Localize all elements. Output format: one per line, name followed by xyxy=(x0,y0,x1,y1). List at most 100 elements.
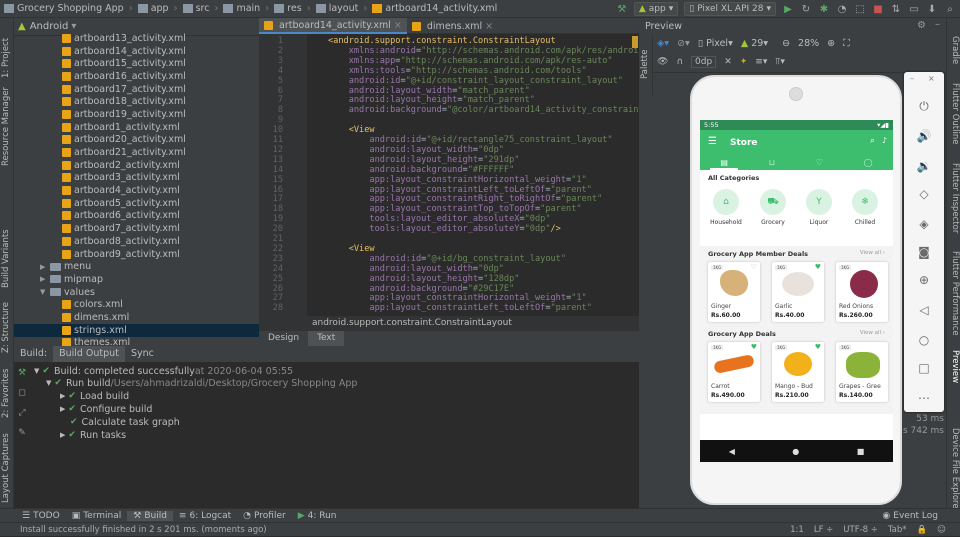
sync-icon[interactable]: ⇅ xyxy=(890,3,902,15)
breadcrumb-app[interactable]: app xyxy=(134,0,173,18)
more-icon[interactable]: ⋯ xyxy=(916,390,932,406)
tree-file[interactable]: dimens.xml xyxy=(14,311,259,324)
tree-file[interactable]: artboard7_activity.xml xyxy=(14,222,259,235)
rotate-right-icon[interactable]: ◈ xyxy=(916,216,932,232)
code-line[interactable]: 28 app:layout_constraintLeft_toLeftOf="p… xyxy=(259,303,639,313)
code-line[interactable]: 8 android:background="@color/artboard14_… xyxy=(259,105,639,115)
api-select[interactable]: ▲ 29▾ xyxy=(741,38,768,49)
build-row[interactable]: ▶ ✔ Run tasks xyxy=(60,429,126,441)
tab-device-file-explorer[interactable]: Device File Explorer xyxy=(948,428,960,512)
tree-file[interactable]: colors.xml xyxy=(14,298,259,311)
minimize-icon[interactable]: – xyxy=(910,74,914,83)
breadcrumb-res[interactable]: res xyxy=(270,0,306,18)
tree-file[interactable]: artboard5_activity.xml xyxy=(14,197,259,210)
zoom-fit-icon[interactable]: ⛶ xyxy=(843,38,850,49)
tab-dimens[interactable]: dimens.xml × xyxy=(407,18,498,34)
code-line[interactable]: 5 android:id="@+id/constraint_layout_con… xyxy=(259,76,639,86)
tab-build-variants[interactable]: Build Variants xyxy=(1,218,13,288)
code-line[interactable]: 27 app:layout_constraintHorizontal_weigh… xyxy=(259,293,639,303)
heart-icon[interactable]: ♡ xyxy=(751,263,757,271)
tab-design[interactable]: Design xyxy=(259,331,308,346)
overview-icon[interactable]: □ xyxy=(916,360,932,376)
build-row[interactable]: ▼ ✔ Run build /Users/ahmadrizaldi/Desktop/… xyxy=(46,377,357,389)
code-line[interactable]: 14 android:background="#FFFFFF" xyxy=(259,165,639,175)
close-icon[interactable]: × xyxy=(394,20,402,31)
tree-file[interactable]: artboard15_activity.xml xyxy=(14,57,259,70)
tree-file[interactable]: artboard18_activity.xml xyxy=(14,95,259,108)
run-config-select[interactable]: ▲ app ▾ xyxy=(633,2,679,16)
code-line[interactable]: 21 xyxy=(259,234,639,244)
code-line[interactable]: 15 app:layout_constraintHorizontal_weigh… xyxy=(259,175,639,185)
code-line[interactable]: 24 android:layout_width="0dp" xyxy=(259,264,639,274)
tree-file[interactable]: artboard16_activity.xml xyxy=(14,70,259,83)
run-icon[interactable]: ▶ xyxy=(782,3,794,15)
face-icon[interactable]: ☺ xyxy=(937,523,946,537)
heart-tab-icon[interactable]: ♡ xyxy=(816,158,823,167)
sdk-manager-icon[interactable]: ⬇ xyxy=(926,3,938,15)
code-line[interactable]: 3 xmlns:app="http://schemas.android.com/… xyxy=(259,56,639,66)
tree-file[interactable]: artboard6_activity.xml xyxy=(14,210,259,223)
device-select[interactable]: ▯ Pixel▾ xyxy=(698,38,733,49)
home-icon[interactable]: ● xyxy=(792,447,799,456)
tab-flutter-outline[interactable]: Flutter Outline xyxy=(948,83,960,158)
infer-icon[interactable]: ✦ xyxy=(740,57,748,67)
tab-build[interactable]: ⚒ Build xyxy=(127,510,173,521)
breadcrumb-layout[interactable]: layout xyxy=(312,0,363,18)
stop-icon[interactable]: ◻ xyxy=(18,388,25,398)
code-line[interactable]: 22 <View xyxy=(259,244,639,254)
tab-todo[interactable]: ☰ TODO xyxy=(16,511,66,521)
tab-palette[interactable]: Palette xyxy=(640,39,652,79)
build-row[interactable]: ▶ ✔ Configure build xyxy=(60,403,152,415)
tab-logcat[interactable]: ≡ 6: Logcat xyxy=(173,511,237,521)
code-line[interactable]: 23 android:id="@+id/bg_constraint_layout… xyxy=(259,254,639,264)
cursor-position[interactable]: 1:1 xyxy=(790,523,804,537)
align-icon[interactable]: ≡▾ xyxy=(755,57,767,67)
code-line[interactable]: 11 android:id="@+id/rectangle75_constrai… xyxy=(259,135,639,145)
build-row[interactable]: ▼ ✔ Build: completed successfully at 2020-… xyxy=(34,365,293,377)
camera-icon[interactable]: ◙ xyxy=(916,244,932,260)
back-icon[interactable]: ◁ xyxy=(916,302,932,318)
tree-file[interactable]: artboard2_activity.xml xyxy=(14,159,259,172)
code-line[interactable]: 7 android:layout_height="match_parent" xyxy=(259,95,639,105)
tree-file[interactable]: artboard17_activity.xml xyxy=(14,83,259,96)
tab-gradle[interactable]: Gradle xyxy=(948,36,960,76)
basket-tab-icon[interactable]: ⊔ xyxy=(769,158,775,167)
tab-terminal[interactable]: ▣ Terminal xyxy=(66,511,128,521)
tab-favorites[interactable]: 2: Favorites xyxy=(1,363,13,418)
code-line[interactable]: 26 android:background="#29C17E" xyxy=(259,284,639,294)
layers-icon[interactable]: ◈▾ xyxy=(657,38,669,49)
file-encoding[interactable]: UTF-8 ÷ xyxy=(843,523,878,537)
tab-sync[interactable]: Sync xyxy=(125,346,160,362)
product-card[interactable]: 1KG Red Onions Rs.260.00 xyxy=(836,262,888,322)
tree-folder[interactable]: ▼ values xyxy=(14,286,259,299)
search-icon[interactable]: ⌕ xyxy=(870,136,875,146)
debug-icon[interactable]: ✱ xyxy=(818,3,830,15)
back-icon[interactable]: ◀ xyxy=(729,447,735,456)
heart-icon[interactable]: ♥ xyxy=(751,343,757,351)
heart-icon[interactable]: ♥ xyxy=(815,343,821,351)
chevron-right-icon[interactable]: ▶ xyxy=(40,275,50,283)
rotate-icon[interactable]: ⊘▾ xyxy=(677,38,690,49)
filter-icon[interactable]: ⤢ xyxy=(18,408,25,418)
tree-folder[interactable]: ▶ menu xyxy=(14,260,259,273)
view-all-link[interactable]: View all › xyxy=(860,330,885,336)
tab-artboard14[interactable]: artboard14_activity.xml × xyxy=(259,18,407,34)
device-select[interactable]: ▯ Pixel XL API 28 ▾ xyxy=(684,2,776,16)
line-separator[interactable]: LF ÷ xyxy=(814,523,833,537)
volume-up-icon[interactable]: 🔊 xyxy=(916,128,932,144)
tab-preview[interactable]: Preview xyxy=(948,350,960,390)
product-card[interactable]: 1KG ♡ Ginger Rs.60.00 xyxy=(708,262,760,322)
category-household[interactable]: ⌂ Household xyxy=(708,189,744,226)
menu-icon[interactable]: ☰ xyxy=(708,136,717,147)
tab-project[interactable]: 1: Project xyxy=(1,22,13,78)
breadcrumb-project[interactable]: Grocery Shopping App xyxy=(0,0,128,18)
chevron-down-icon[interactable]: ▾ xyxy=(71,21,76,32)
clear-icon[interactable]: ✕ xyxy=(724,57,732,67)
rotate-left-icon[interactable]: ◇ xyxy=(916,186,932,202)
hammer-icon[interactable]: ⚒ xyxy=(616,3,628,15)
code-line[interactable]: 9 xyxy=(259,115,639,125)
search-icon[interactable]: ⌕ xyxy=(944,3,956,15)
chevron-right-icon[interactable]: ▶ xyxy=(40,263,50,271)
product-card[interactable]: 1KG ♥ Carrot Rs.490.00 xyxy=(708,342,760,402)
home-icon[interactable]: ○ xyxy=(916,332,932,348)
